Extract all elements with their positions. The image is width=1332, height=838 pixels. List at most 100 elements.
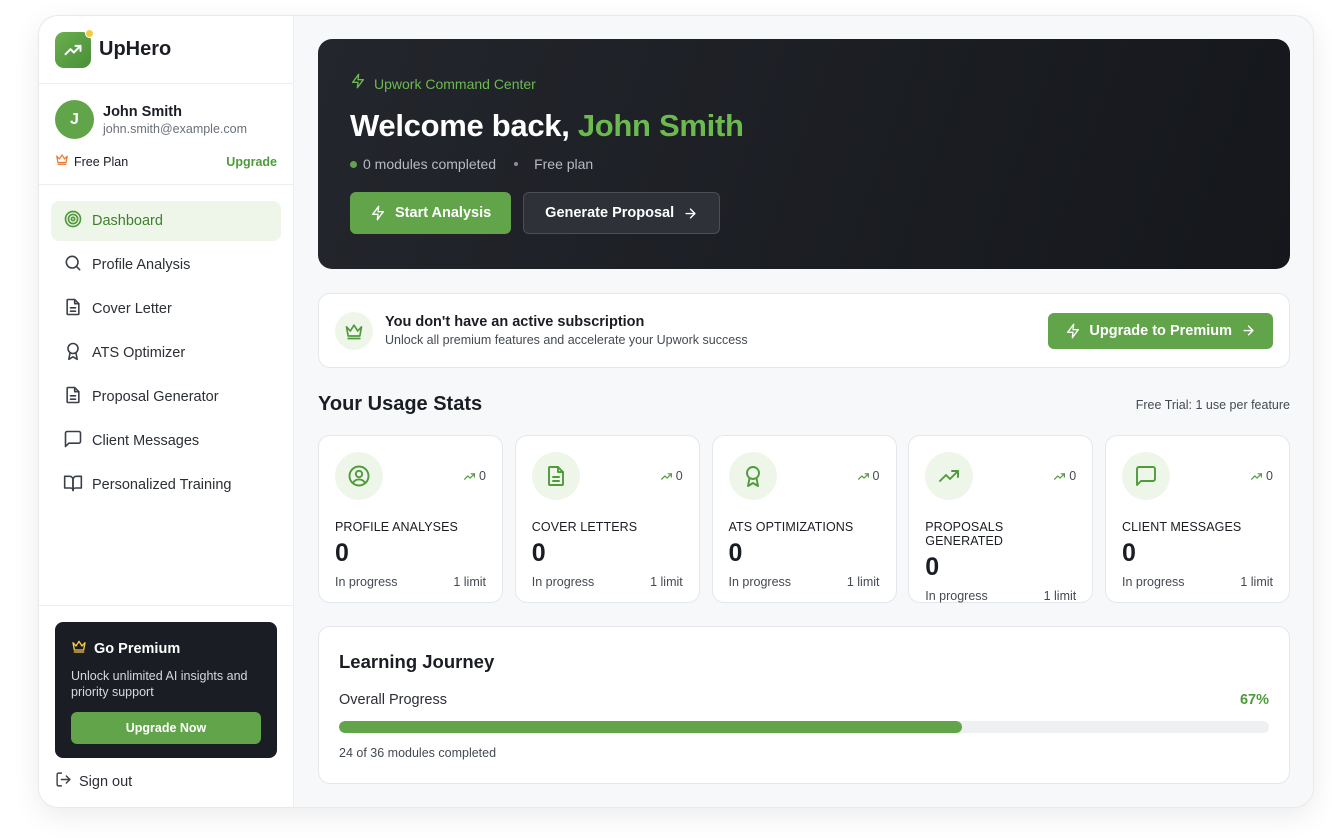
- stat-limit: 1 limit: [1043, 589, 1077, 603]
- trending-up-icon: [463, 470, 476, 483]
- sidebar-item-label: Proposal Generator: [92, 389, 219, 405]
- start-analysis-label: Start Analysis: [395, 205, 492, 221]
- stat-limit: 1 limit: [650, 575, 683, 589]
- upgrade-link[interactable]: Upgrade: [226, 155, 277, 169]
- user-name: John Smith: [103, 103, 182, 120]
- stat-status: In progress: [1122, 575, 1185, 589]
- stat-card-ats-optimizations: 0 ATS OPTIMIZATIONS 0 In progress 1 limi…: [711, 435, 897, 603]
- premium-description: Unlock unlimited AI insights and priorit…: [71, 669, 248, 699]
- user-email: john.smith@example.com: [103, 121, 247, 136]
- crown-icon: [335, 311, 373, 350]
- sidebar: UpHero J John Smith john.smith@example.c…: [39, 16, 294, 807]
- go-premium-card: Go Premium Unlock unlimited AI insights …: [55, 622, 277, 758]
- trending-up-icon: [857, 470, 870, 483]
- subscription-title: You don't have an active subscription: [385, 314, 645, 330]
- sidebar-item-label: ATS Optimizer: [92, 345, 186, 361]
- stat-trend: 0: [1053, 469, 1076, 483]
- stat-trend: 0: [463, 469, 486, 483]
- stat-label: CLIENT MESSAGES: [1122, 520, 1242, 534]
- free-trial-note: Free Trial: 1 use per feature: [1135, 397, 1290, 412]
- welcome-hero: Upwork Command Center Welcome back, John…: [318, 39, 1290, 269]
- sidebar-item-label: Cover Letter: [92, 301, 172, 317]
- sidebar-item-label: Profile Analysis: [92, 257, 191, 273]
- arrow-right-icon: [1241, 323, 1256, 338]
- usage-stats-grid: 0 PROFILE ANALYSES 0 In progress 1 limit: [318, 435, 1290, 603]
- target-icon: [63, 209, 83, 234]
- trending-up-icon: [660, 470, 673, 483]
- notification-dot: [85, 28, 94, 38]
- status-dot: [350, 160, 357, 168]
- sign-out-button[interactable]: Sign out: [55, 771, 277, 793]
- crown-icon: [55, 152, 69, 171]
- stat-card-proposals-generated: 0 PROPOSALS GENERATED 0 In progress 1 li…: [908, 435, 1094, 603]
- upgrade-to-premium-button[interactable]: Upgrade to Premium: [1048, 312, 1273, 349]
- user-panel: J John Smith john.smith@example.com Free…: [39, 84, 293, 185]
- upgrade-now-button[interactable]: Upgrade Now: [71, 712, 261, 744]
- modules-completed-text: 0 modules completed: [363, 156, 497, 172]
- brand[interactable]: UpHero: [39, 16, 293, 84]
- stat-status: In progress: [728, 575, 792, 589]
- learning-journey-title: Learning Journey: [339, 651, 495, 672]
- user-circle-icon: [335, 452, 383, 500]
- overall-progress-percent: 67%: [1239, 692, 1269, 708]
- trending-up-icon: [1053, 470, 1066, 483]
- stat-trend-value: 0: [1266, 469, 1273, 483]
- log-out-icon: [55, 771, 72, 793]
- generate-proposal-label: Generate Proposal: [545, 205, 675, 221]
- learning-journey-card: Learning Journey Overall Progress 67% 24…: [318, 626, 1290, 784]
- trending-up-icon: [925, 452, 974, 500]
- stat-trend-value: 0: [479, 469, 486, 483]
- sidebar-item-label: Dashboard: [92, 213, 163, 229]
- usage-stats-title: Your Usage Stats: [318, 393, 483, 415]
- stat-value: 0: [531, 539, 546, 567]
- stat-value: 0: [728, 539, 743, 567]
- crown-icon: [71, 638, 87, 659]
- subscription-banner: You don't have an active subscription Un…: [318, 293, 1290, 368]
- stat-value: 0: [925, 553, 940, 581]
- sidebar-item-label: Client Messages: [92, 433, 200, 449]
- stat-value: 0: [1122, 539, 1136, 567]
- plan-label: Free Plan: [74, 154, 129, 169]
- sidebar-item-cover-letter[interactable]: Cover Letter: [51, 289, 281, 329]
- sidebar-item-dashboard[interactable]: Dashboard: [51, 201, 281, 241]
- search-icon: [63, 253, 83, 278]
- stat-trend-value: 0: [872, 469, 880, 483]
- stat-limit: 1 limit: [453, 575, 486, 589]
- stat-value: 0: [335, 539, 349, 567]
- progress-bar: [339, 721, 1269, 733]
- sidebar-item-client-messages[interactable]: Client Messages: [51, 421, 281, 461]
- sign-out-label: Sign out: [79, 774, 133, 790]
- stat-label: COVER LETTERS: [531, 520, 638, 534]
- sidebar-item-profile-analysis[interactable]: Profile Analysis: [51, 245, 281, 285]
- overall-progress-label: Overall Progress: [339, 692, 447, 708]
- stat-status: In progress: [335, 575, 398, 589]
- page-title: Welcome back, John Smith: [350, 108, 1258, 144]
- upgrade-to-premium-label: Upgrade to Premium: [1089, 322, 1232, 339]
- meta-separator: [514, 162, 519, 166]
- stat-label: PROFILE ANALYSES: [335, 520, 458, 534]
- usage-stats-header: Your Usage Stats Free Trial: 1 use per f…: [318, 393, 1290, 416]
- stat-trend: 0: [1250, 469, 1273, 483]
- avatar[interactable]: J: [55, 100, 94, 139]
- document-icon: [531, 452, 580, 500]
- sidebar-nav: Dashboard Profile Analysis Cover Letter …: [39, 185, 293, 505]
- stat-trend: 0: [660, 469, 683, 483]
- welcome-text: Welcome back,: [350, 108, 578, 143]
- sidebar-footer: Go Premium Unlock unlimited AI insights …: [39, 605, 293, 807]
- welcome-user-name: John Smith: [577, 108, 744, 143]
- sidebar-item-personalized-training[interactable]: Personalized Training: [51, 465, 281, 505]
- modules-completed-count: 24 of 36 modules completed: [339, 746, 497, 760]
- arrow-right-icon: [683, 206, 698, 221]
- trending-up-icon: [55, 28, 94, 68]
- lightning-icon: [350, 73, 366, 94]
- generate-proposal-button[interactable]: Generate Proposal: [523, 192, 721, 234]
- sidebar-item-proposal-generator[interactable]: Proposal Generator: [51, 377, 281, 417]
- stat-trend-value: 0: [675, 469, 683, 483]
- start-analysis-button[interactable]: Start Analysis: [350, 192, 512, 234]
- stat-label: ATS OPTIMIZATIONS: [728, 520, 854, 534]
- sidebar-item-ats-optimizer[interactable]: ATS Optimizer: [51, 333, 281, 373]
- hero-tag: Upwork Command Center: [374, 75, 536, 92]
- stat-status: In progress: [531, 575, 595, 589]
- stat-status: In progress: [925, 589, 988, 603]
- stat-label: PROPOSALS GENERATED: [925, 520, 1004, 548]
